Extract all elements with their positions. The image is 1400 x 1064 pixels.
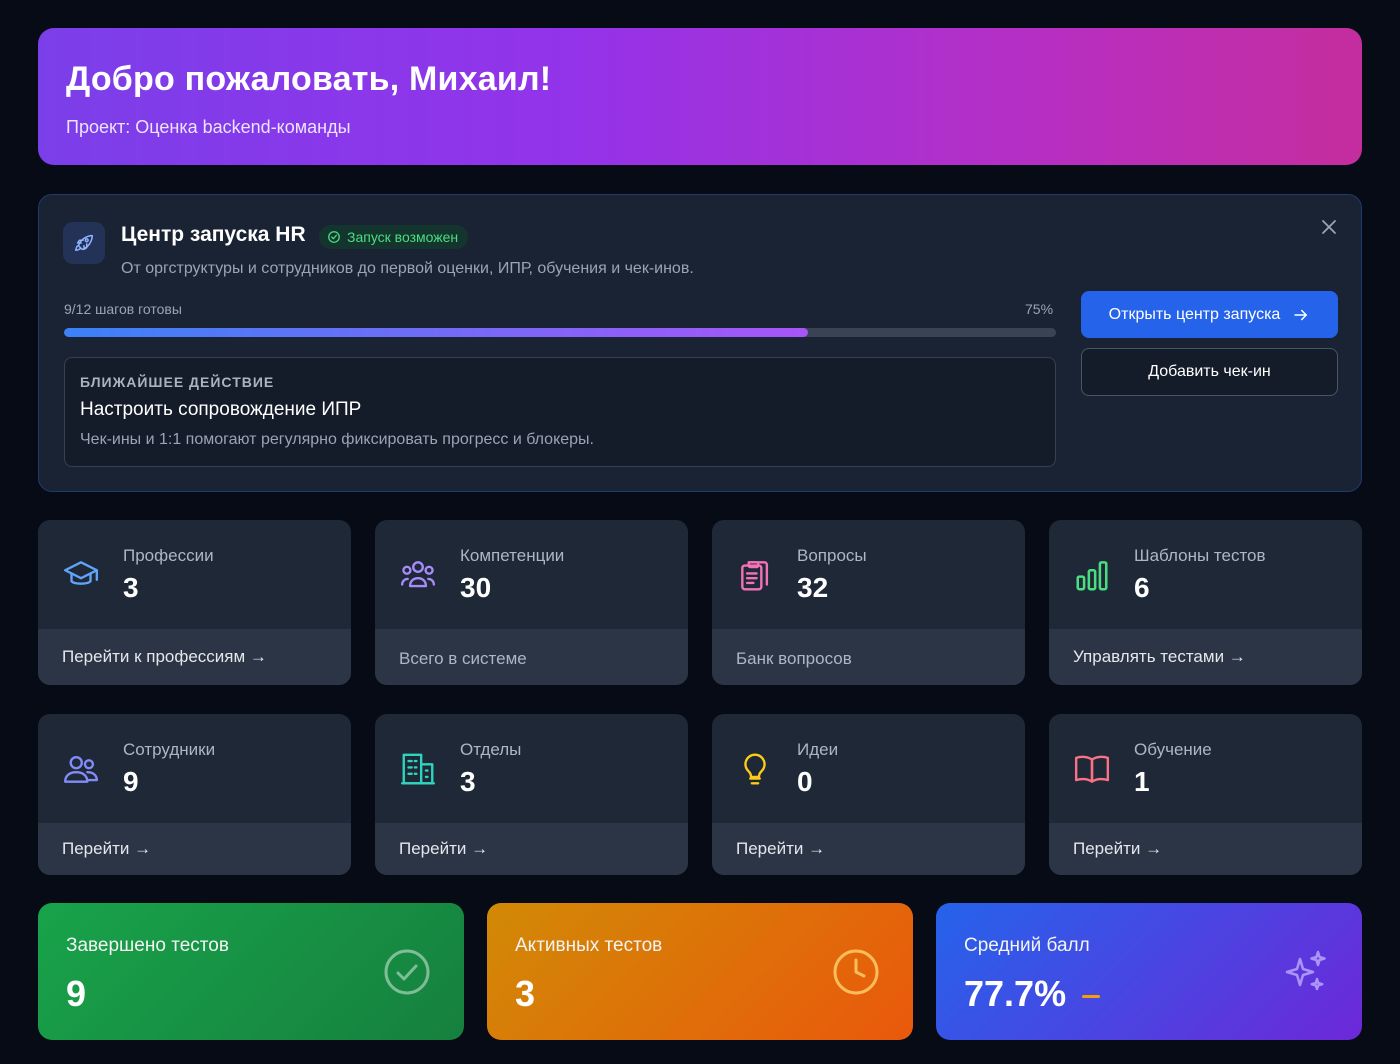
employees-link[interactable]: Перейти → xyxy=(38,823,351,875)
card-value: 9 xyxy=(123,766,139,797)
stat-value: 3 xyxy=(515,973,536,1014)
card-label: Компетенции xyxy=(460,546,565,565)
card-label: Сотрудники xyxy=(123,740,216,759)
card-value: 1 xyxy=(1134,766,1150,797)
next-action-description: Чек-ины и 1:1 помогают регулярно фиксиро… xyxy=(80,431,594,448)
card-value: 0 xyxy=(797,766,813,797)
progress-percent: 75% xyxy=(1025,301,1054,317)
stat-completed-tests: Завершено тестов 9 xyxy=(38,903,464,1040)
open-launch-center-label: Открыть центр запуска xyxy=(1108,305,1281,323)
card-footer-text: Банк вопросов xyxy=(712,629,1025,685)
card-value: 30 xyxy=(460,572,492,603)
page-title: Добро пожаловать, Михаил! xyxy=(66,60,552,98)
stat-active-tests: Активных тестов 3 xyxy=(487,903,913,1040)
card-label: Идеи xyxy=(797,740,839,759)
card-learning: Обучение 1 Перейти → xyxy=(1049,714,1362,875)
add-checkin-label: Добавить чек-ин xyxy=(1148,363,1271,380)
launch-center-description: От оргструктуры и сотрудников до первой … xyxy=(121,260,694,277)
stat-label: Активных тестов xyxy=(515,935,663,956)
stat-label: Завершено тестов xyxy=(66,935,229,956)
welcome-banner: Добро пожаловать, Михаил! Проект: Оценка… xyxy=(38,28,1362,165)
add-checkin-button[interactable]: Добавить чек-ин xyxy=(1081,348,1338,396)
professions-link[interactable]: Перейти к профессиям → xyxy=(38,629,351,685)
card-label: Вопросы xyxy=(797,546,867,565)
users-icon xyxy=(63,755,99,783)
card-value: 3 xyxy=(123,572,139,603)
rocket-icon xyxy=(63,222,105,264)
sparkles-icon xyxy=(1285,950,1326,991)
card-label: Профессии xyxy=(123,546,214,565)
stat-average-score: Средний балл 77.7% xyxy=(936,903,1362,1040)
card-label: Шаблоны тестов xyxy=(1134,546,1266,565)
card-employees: Сотрудники 9 Перейти → xyxy=(38,714,351,875)
next-action-box: БЛИЖАЙШЕЕ ДЕЙСТВИЕ Настроить сопровожден… xyxy=(64,357,1056,467)
clipboard-icon xyxy=(741,561,769,591)
progress-bar-fill xyxy=(64,328,808,337)
trend-neutral-icon xyxy=(1082,994,1101,998)
departments-link[interactable]: Перейти → xyxy=(375,823,688,875)
building-icon xyxy=(400,753,436,785)
card-test-templates: Шаблоны тестов 6 Управлять тестами → xyxy=(1049,520,1362,685)
arrow-right-icon xyxy=(1294,309,1308,320)
bar-chart-icon xyxy=(1076,561,1108,591)
card-competencies: Компетенции 30 Всего в системе xyxy=(375,520,688,685)
stat-value: 77.7% xyxy=(964,973,1067,1014)
launch-center-title: Центр запуска HR xyxy=(121,223,306,246)
progress-bar xyxy=(64,328,1056,337)
users-group-icon xyxy=(400,561,436,588)
lightbulb-icon xyxy=(744,753,766,785)
graduation-cap-icon xyxy=(63,561,99,585)
card-questions: Вопросы 32 Банк вопросов xyxy=(712,520,1025,685)
card-professions: Профессии 3 Перейти к профессиям → xyxy=(38,520,351,685)
status-badge-label: Запуск возможен xyxy=(347,229,459,245)
check-circle-icon xyxy=(328,231,340,243)
card-ideas: Идеи 0 Перейти → xyxy=(712,714,1025,875)
check-circle-icon xyxy=(384,949,430,995)
learning-link[interactable]: Перейти → xyxy=(1049,823,1362,875)
card-label: Отделы xyxy=(460,740,522,759)
card-value: 3 xyxy=(460,766,476,797)
progress-label: 9/12 шагов готовы xyxy=(64,301,182,317)
card-footer-text: Всего в системе xyxy=(375,629,688,685)
clock-icon xyxy=(833,949,879,995)
stat-label: Средний балл xyxy=(964,935,1090,956)
card-label: Обучение xyxy=(1134,740,1212,759)
project-subtitle: Проект: Оценка backend-команды xyxy=(66,117,351,137)
manage-tests-link[interactable]: Управлять тестами → xyxy=(1049,629,1362,685)
card-value: 6 xyxy=(1134,572,1150,603)
close-icon xyxy=(1322,220,1336,234)
close-button[interactable] xyxy=(1317,215,1341,239)
card-departments: Отделы 3 Перейти → xyxy=(375,714,688,875)
ideas-link[interactable]: Перейти → xyxy=(712,823,1025,875)
next-action-caption: БЛИЖАЙШЕЕ ДЕЙСТВИЕ xyxy=(80,374,275,390)
hr-launch-center-panel: Центр запуска HR Запуск возможен От оргс… xyxy=(38,194,1362,492)
stat-value: 9 xyxy=(66,973,87,1014)
open-launch-center-button[interactable]: Открыть центр запуска xyxy=(1081,291,1338,338)
next-action-title: Настроить сопровождение ИПР xyxy=(80,399,362,420)
status-badge: Запуск возможен xyxy=(319,225,469,249)
book-icon xyxy=(1074,755,1110,783)
card-value: 32 xyxy=(797,572,829,603)
